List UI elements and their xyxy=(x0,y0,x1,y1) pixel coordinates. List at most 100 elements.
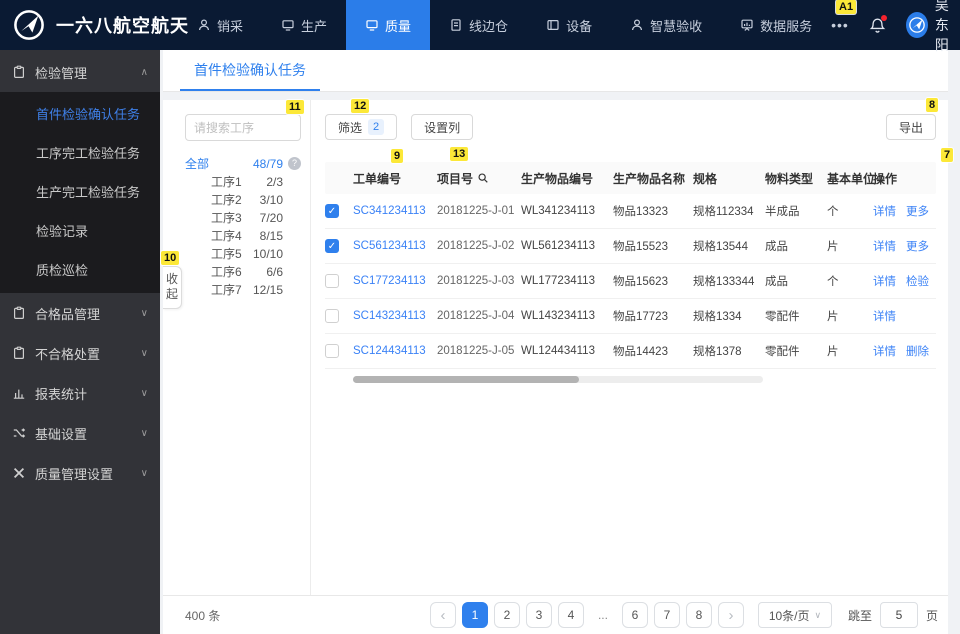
sidebar-item-first-article-task[interactable]: 首件检验确认任务 xyxy=(0,94,160,133)
nav-item-production[interactable]: 生产 xyxy=(262,0,346,50)
sidebar-item-quality-patrol[interactable]: 质检巡检 xyxy=(0,250,160,289)
process-count: 3/10 xyxy=(259,193,283,207)
horizontal-scrollbar-thumb[interactable] xyxy=(353,376,579,383)
search-icon[interactable] xyxy=(477,172,489,184)
item-no-cell: WL341234113 xyxy=(521,205,595,217)
sidebar-submenu: 首件检验确认任务 工序完工检验任务 生产完工检验任务 检验记录 质检巡检 xyxy=(0,92,160,293)
material-type-cell: 成品 xyxy=(765,241,788,253)
sidebar-item-inspection-mgmt[interactable]: 检验管理 ∧ xyxy=(0,52,160,92)
item-name-cell: 物品15523 xyxy=(613,241,668,253)
row-checkbox[interactable] xyxy=(325,274,339,288)
sidebar-item-inspection-records[interactable]: 检验记录 xyxy=(0,211,160,250)
set-columns-button[interactable]: 设置列 xyxy=(411,114,474,140)
more-link[interactable]: 更多 xyxy=(906,238,929,254)
export-label: 导出 xyxy=(898,120,923,135)
process-count: 7/20 xyxy=(259,211,283,225)
delete-link[interactable]: 删除 xyxy=(906,343,929,359)
process-item[interactable]: 工序3 7/20 xyxy=(185,209,297,227)
horizontal-scrollbar[interactable] xyxy=(353,376,763,383)
detail-link[interactable]: 详情 xyxy=(873,343,896,359)
nav-menu: 销采 生产 质量 线边仓 设备 智慧验收 数据服务 xyxy=(178,0,831,50)
nav-item-equipment[interactable]: 设备 xyxy=(527,0,611,50)
chevron-down-icon: ∨ xyxy=(140,387,148,399)
process-item[interactable]: 工序5 10/10 xyxy=(185,245,297,263)
tab-first-article-task[interactable]: 首件检验确认任务 xyxy=(180,50,320,91)
collapse-label: 收起 xyxy=(165,272,178,301)
sidebar-item-label: 检验管理 xyxy=(35,65,88,81)
sidebar-item-basic-settings[interactable]: 基础设置 ∨ xyxy=(0,413,160,453)
row-checkbox[interactable]: ✓ xyxy=(325,204,339,218)
spec-cell: 规格1378 xyxy=(693,346,742,358)
process-item[interactable]: 工序6 6/6 xyxy=(185,263,297,281)
company-logo-icon xyxy=(12,8,46,42)
col-item-no: 生产物品编号 xyxy=(521,171,594,186)
collapse-panel-button[interactable]: 收起 xyxy=(163,266,182,309)
col-project-no[interactable]: 项目号 xyxy=(437,170,521,187)
row-checkbox[interactable] xyxy=(325,309,339,323)
page-button-4[interactable]: 4 xyxy=(557,602,584,628)
detail-link[interactable]: 详情 xyxy=(873,203,896,219)
filter-button[interactable]: 筛选 2 xyxy=(325,114,398,140)
more-menu-icon[interactable]: ••• xyxy=(831,17,849,33)
annotation-badge-8: 8 xyxy=(926,98,939,112)
detail-link[interactable]: 详情 xyxy=(873,238,896,254)
user-menu[interactable]: 吴东阳 xyxy=(905,0,953,55)
nav-item-label: 设备 xyxy=(566,18,593,34)
content-card: 全部 48/79 ? 工序1 2/3 工序2 3/10 工序3 7/20 工序4 8/1… xyxy=(163,100,948,595)
search-input[interactable] xyxy=(185,114,301,141)
sidebar-item-reports[interactable]: 报表统计 ∨ xyxy=(0,373,160,413)
more-link[interactable]: 更多 xyxy=(906,203,929,219)
sidebar-item-nonconforming[interactable]: 不合格处置 ∨ xyxy=(0,333,160,373)
nav-item-quality[interactable]: 质量 xyxy=(346,0,431,50)
nav-item-smart-acceptance[interactable]: 智慧验收 xyxy=(611,0,721,50)
page-button-3[interactable]: 3 xyxy=(525,602,552,628)
detail-link[interactable]: 详情 xyxy=(873,308,896,324)
annotation-badge-a1: A1 xyxy=(836,0,857,14)
table-row: SC124434113 20181225-J-05 WL124434113 物品… xyxy=(325,334,936,369)
unit-cell: 片 xyxy=(827,346,839,358)
order-no-link[interactable]: SC561234113 xyxy=(353,240,437,252)
shuffle-icon xyxy=(12,426,26,440)
nav-item-sales[interactable]: 销采 xyxy=(178,0,262,50)
jump-page-input[interactable] xyxy=(879,602,918,628)
page-button-6[interactable]: 6 xyxy=(621,602,648,628)
notification-bell-icon[interactable] xyxy=(869,14,887,34)
chevron-down-icon: ∨ xyxy=(140,467,148,479)
order-no-link[interactable]: SC124434113 xyxy=(353,345,437,357)
help-icon[interactable]: ? xyxy=(288,157,301,170)
process-item-all[interactable]: 全部 48/79 ? xyxy=(185,155,301,173)
spec-cell: 规格112334 xyxy=(693,206,754,218)
inspect-link[interactable]: 检验 xyxy=(906,273,929,289)
row-checkbox[interactable]: ✓ xyxy=(325,239,339,253)
page-button-7[interactable]: 7 xyxy=(653,602,680,628)
export-button[interactable]: 导出 xyxy=(885,114,936,140)
tab-bar: 首件检验确认任务 xyxy=(163,50,948,92)
company-name: 一六八航空航天 xyxy=(56,16,189,36)
nav-item-label: 销采 xyxy=(217,18,244,34)
page-size-select[interactable]: 10条/页 ∨ xyxy=(757,602,832,628)
page-button-8[interactable]: 8 xyxy=(685,602,712,628)
sidebar-item-qualified-mgmt[interactable]: 合格品管理 ∨ xyxy=(0,293,160,333)
sidebar-item-quality-settings[interactable]: 质量管理设置 ∨ xyxy=(0,453,160,493)
sidebar-item-production-completion-task[interactable]: 生产完工检验任务 xyxy=(0,172,160,211)
prev-page-button[interactable]: ‹ xyxy=(429,602,456,628)
process-filter-panel: 全部 48/79 ? 工序1 2/3 工序2 3/10 工序3 7/20 工序4 8/1… xyxy=(163,100,311,595)
next-page-button[interactable]: › xyxy=(717,602,744,628)
nav-item-line-warehouse[interactable]: 线边仓 xyxy=(430,0,527,50)
detail-link[interactable]: 详情 xyxy=(873,273,896,289)
order-no-link[interactable]: SC177234113 xyxy=(353,275,437,287)
page-button-2[interactable]: 2 xyxy=(493,602,520,628)
total-count: 400 条 xyxy=(185,608,221,623)
nav-item-data-service[interactable]: 数据服务 xyxy=(721,0,831,50)
process-item[interactable]: 工序2 3/10 xyxy=(185,191,297,209)
order-no-link[interactable]: SC143234113 xyxy=(353,310,437,322)
table-area: 筛选 2 设置列 导出 工单编号 项目号 生产物品编号 生产物品名称 规格 物料… xyxy=(311,100,948,595)
col-unit: 基本单位 xyxy=(827,171,876,186)
page-button-1[interactable]: 1 xyxy=(461,602,488,628)
order-no-link[interactable]: SC341234113 xyxy=(353,205,437,217)
row-checkbox[interactable] xyxy=(325,344,339,358)
process-item[interactable]: 工序7 12/15 xyxy=(185,281,297,299)
process-item[interactable]: 工序1 2/3 xyxy=(185,173,297,191)
process-item[interactable]: 工序4 8/15 xyxy=(185,227,297,245)
sidebar-item-process-completion-task[interactable]: 工序完工检验任务 xyxy=(0,133,160,172)
